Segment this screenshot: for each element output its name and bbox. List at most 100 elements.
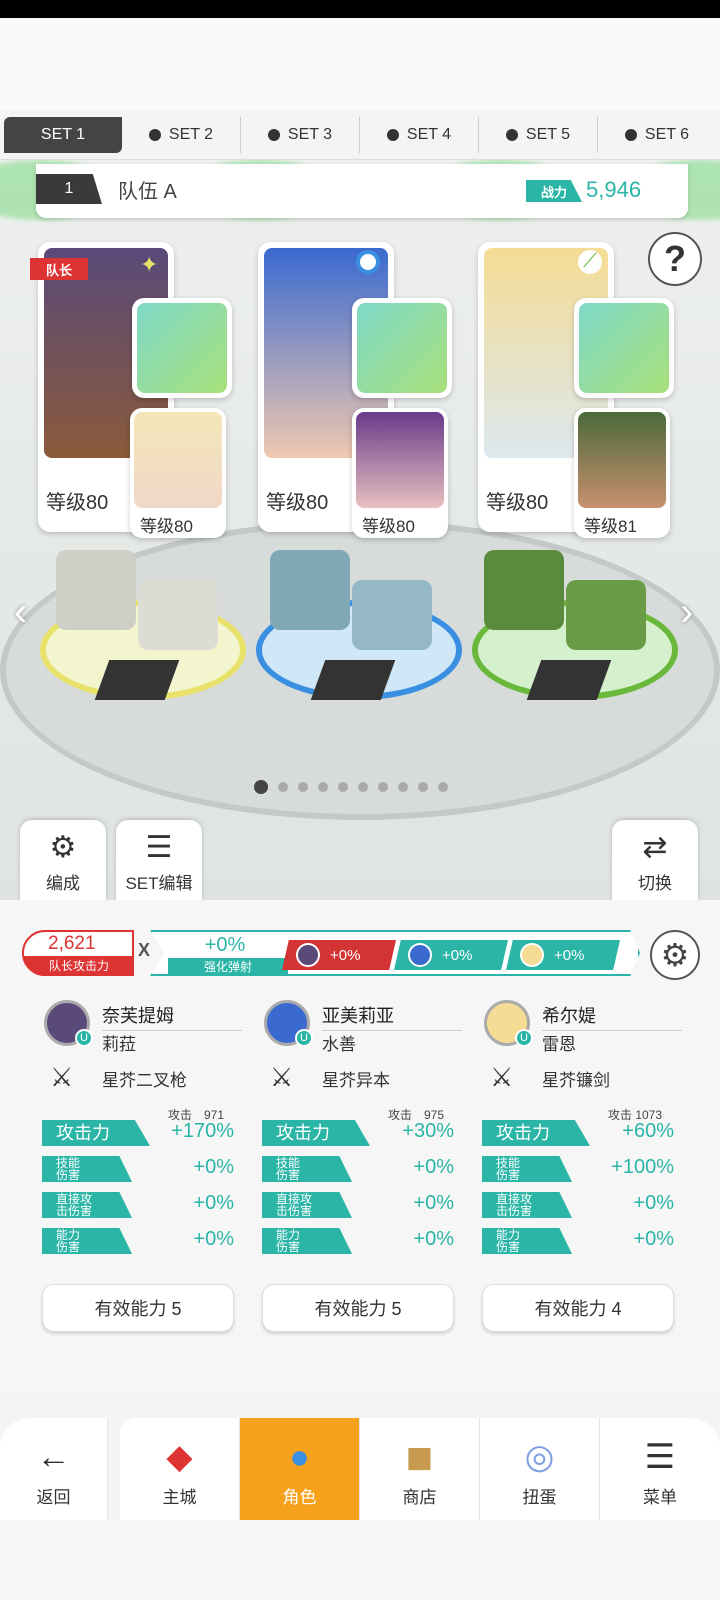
hero-avatar[interactable]: U bbox=[44, 1000, 93, 1047]
unit-icon: U bbox=[75, 1029, 93, 1047]
hero-column: U 奈芙提姆 莉菈 ⚔ 星芥二叉枪 攻击 971 攻击力 +170% 技能 伤害 +0% 直接攻 击… bbox=[42, 1000, 242, 1280]
page-dot[interactable] bbox=[254, 780, 268, 794]
stat-value: +0% bbox=[413, 1156, 454, 1178]
settings-button[interactable]: ⚙ bbox=[650, 930, 700, 980]
stat-value: +0% bbox=[633, 1228, 674, 1250]
tab-set-4[interactable]: SET 4 bbox=[360, 116, 479, 153]
stat-attack: 攻击力 +60% bbox=[482, 1120, 682, 1148]
list-icon: ☰ bbox=[145, 831, 173, 864]
stat-skill: 技能 伤害 +0% bbox=[42, 1156, 242, 1184]
team-name[interactable]: 队伍 A bbox=[118, 175, 177, 204]
weapon-icon: ⚔ bbox=[50, 1062, 74, 1092]
page-dot[interactable] bbox=[358, 782, 368, 792]
effective-ability-button[interactable]: 有效能力 5 bbox=[42, 1284, 234, 1332]
hero-avatar[interactable]: U bbox=[484, 1000, 533, 1047]
page-dot[interactable] bbox=[418, 782, 428, 792]
sparkle-icon: ✦ bbox=[140, 252, 159, 277]
system-nav-bar bbox=[0, 1520, 720, 1600]
nav-character[interactable]: ● 角色 bbox=[240, 1418, 360, 1520]
stat-ability: 能力 伤害 +0% bbox=[42, 1228, 242, 1256]
unit-icon: U bbox=[515, 1029, 533, 1047]
nav-back[interactable]: ← 返回 bbox=[0, 1418, 108, 1520]
stat-label: 直接攻 击伤害 bbox=[482, 1192, 572, 1218]
stat-value: +0% bbox=[193, 1192, 234, 1214]
page-dot[interactable] bbox=[398, 782, 408, 792]
weapon-card-3[interactable] bbox=[574, 298, 674, 398]
stat-direct: 直接攻 击伤害 +0% bbox=[42, 1192, 242, 1220]
block-2b bbox=[352, 580, 432, 650]
effective-ability-button[interactable]: 有效能力 5 bbox=[262, 1284, 454, 1332]
question-icon: ? bbox=[664, 238, 686, 279]
tab-set-1[interactable]: SET 1 bbox=[4, 116, 122, 153]
stat-skill: 技能 伤害 +0% bbox=[262, 1156, 462, 1184]
face-icon bbox=[296, 943, 320, 967]
page-dot[interactable] bbox=[378, 782, 388, 792]
bag-icon: ◼ bbox=[405, 1438, 434, 1476]
tab-label: SET 1 bbox=[40, 125, 86, 143]
weapon-name: 星芥二叉枪 bbox=[102, 1071, 187, 1090]
stat-label: 攻击力 bbox=[42, 1120, 150, 1146]
sub-card-3[interactable]: 等级81 bbox=[574, 408, 670, 538]
weapon-card-1[interactable] bbox=[132, 298, 232, 398]
help-button[interactable]: ? bbox=[648, 232, 702, 286]
tab-set-5[interactable]: SET 5 bbox=[479, 116, 598, 153]
stat-label: 技能 伤害 bbox=[262, 1156, 352, 1182]
level-label: 等级80 bbox=[46, 492, 109, 514]
level-label: 等级80 bbox=[266, 492, 329, 514]
chip-value: +0% bbox=[442, 946, 473, 964]
nav-shop[interactable]: ◼ 商店 bbox=[360, 1418, 480, 1520]
page-dot[interactable] bbox=[438, 782, 448, 792]
page-dot[interactable] bbox=[298, 782, 308, 792]
team-number: 1 bbox=[36, 174, 102, 204]
weapon-name: 星芥异本 bbox=[322, 1071, 390, 1090]
reinforce-value: +0% bbox=[204, 934, 246, 956]
sub-card-2[interactable]: 等级80 bbox=[352, 408, 448, 538]
nav-label: 返回 bbox=[36, 1488, 71, 1507]
sub-card-1[interactable]: 等级80 bbox=[130, 408, 226, 538]
hero-name: 亚美莉亚 bbox=[322, 1002, 462, 1031]
nav-menu[interactable]: ☰ 菜单 bbox=[600, 1418, 720, 1520]
dot-icon bbox=[624, 128, 637, 141]
page-dot[interactable] bbox=[338, 782, 348, 792]
nav-label: 商店 bbox=[402, 1488, 437, 1507]
button-label: 切换 bbox=[638, 874, 672, 893]
stat-value: +60% bbox=[622, 1120, 674, 1142]
nav-label: 扭蛋 bbox=[522, 1488, 557, 1507]
weapon-card-2[interactable] bbox=[352, 298, 452, 398]
stat-label: 攻击力 bbox=[262, 1120, 370, 1146]
page-indicator bbox=[254, 780, 448, 794]
stat-value: +100% bbox=[611, 1156, 674, 1178]
page-dot[interactable] bbox=[278, 782, 288, 792]
formation-button[interactable]: ⚙ 编成 bbox=[20, 820, 106, 900]
hero-avatar[interactable]: U bbox=[264, 1000, 313, 1047]
arrow-left-icon[interactable]: ‹ bbox=[14, 590, 27, 635]
nav-city[interactable]: ◆ 主城 bbox=[120, 1418, 240, 1520]
switch-button[interactable]: ⇄ 切换 bbox=[612, 820, 698, 900]
wind-element-icon: ⟋ bbox=[578, 250, 602, 274]
arrow-right-icon[interactable]: › bbox=[680, 590, 693, 635]
stat-label: 能力 伤害 bbox=[262, 1228, 352, 1254]
page-dot[interactable] bbox=[318, 782, 328, 792]
tab-label: SET 3 bbox=[287, 125, 333, 143]
hero-column: U 亚美莉亚 水善 ⚔ 星芥异本 攻击 975 攻击力 +30% 技能 伤害 +0% 直接攻 击伤害… bbox=[262, 1000, 462, 1280]
stat-ability: 能力 伤害 +0% bbox=[482, 1228, 682, 1256]
gear-person-icon: ⚙ bbox=[49, 831, 77, 864]
set-edit-button[interactable]: ☰ SET编辑 bbox=[116, 820, 202, 900]
sub-portrait bbox=[578, 412, 666, 508]
nav-gacha[interactable]: ◎ 扭蛋 bbox=[480, 1418, 600, 1520]
sub-portrait bbox=[134, 412, 222, 508]
unit-icon: U bbox=[295, 1029, 313, 1047]
buff-chip-2: +0% bbox=[394, 940, 508, 970]
effective-ability-button[interactable]: 有效能力 4 bbox=[482, 1284, 674, 1332]
tab-label: SET 2 bbox=[168, 125, 214, 143]
stat-value: +0% bbox=[193, 1156, 234, 1178]
city-icon: ◆ bbox=[166, 1438, 193, 1476]
dot-icon bbox=[386, 128, 399, 141]
weapon-name: 星芥镰剑 bbox=[542, 1071, 610, 1090]
stat-label: 能力 伤害 bbox=[482, 1228, 572, 1254]
tab-set-3[interactable]: SET 3 bbox=[241, 116, 360, 153]
tab-set-2[interactable]: SET 2 bbox=[122, 116, 241, 153]
tab-set-6[interactable]: SET 6 bbox=[598, 117, 716, 153]
stat-direct: 直接攻 击伤害 +0% bbox=[262, 1192, 462, 1220]
block-1b bbox=[138, 580, 218, 650]
